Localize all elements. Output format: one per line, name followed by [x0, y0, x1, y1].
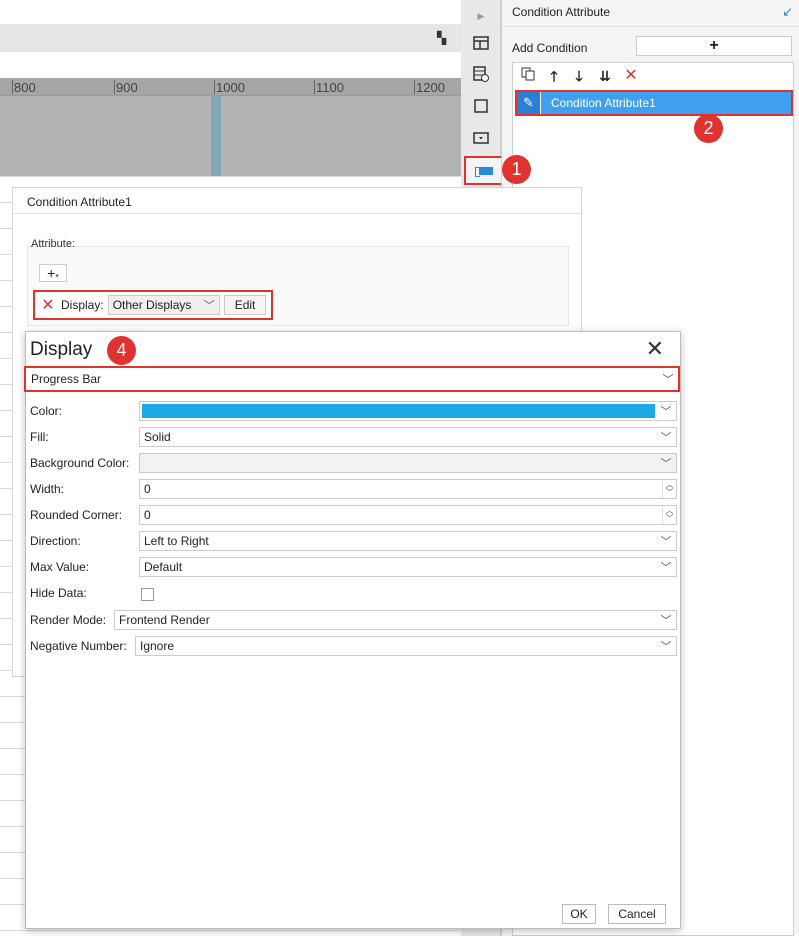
display-dialog: Display ✕ Progress Bar ﹀ Color: ﹀ Fill: …: [24, 331, 681, 929]
background-color-picker[interactable]: ﹀: [139, 453, 677, 473]
display-type-select[interactable]: Progress Bar ﹀: [24, 366, 680, 392]
max-value-label: Max Value:: [30, 560, 90, 574]
divider: [13, 213, 581, 214]
table-layout-icon[interactable]: [471, 33, 491, 53]
cancel-button[interactable]: Cancel: [608, 904, 666, 924]
chevron-down-icon: ﹀: [203, 300, 215, 312]
ruler-tick: 1000: [214, 80, 245, 95]
negative-number-value: Ignore: [140, 639, 175, 653]
edit-button[interactable]: Edit: [223, 295, 267, 315]
render-mode-select[interactable]: Frontend Render ﹀: [114, 610, 677, 630]
callout-badge-1: 1: [502, 155, 531, 184]
list-item-label: Condition Attribute1: [551, 96, 656, 110]
widget-icon[interactable]: [471, 96, 491, 116]
column-marker[interactable]: [211, 96, 221, 176]
hide-data-checkbox[interactable]: [141, 588, 154, 601]
panel-title: Condition Attribute: [512, 5, 611, 19]
list-toolbar: 🡑 🡓 ⇊ ✕: [513, 63, 793, 89]
display-label: Display:: [61, 298, 104, 312]
hide-data-label: Hide Data:: [30, 586, 87, 600]
ruler-tick: 900: [114, 80, 138, 95]
chevron-down-icon: ﹀: [660, 432, 672, 444]
chevron-down-icon: ▾: [55, 273, 59, 280]
max-value-select[interactable]: Default ﹀: [139, 557, 677, 577]
copy-icon[interactable]: [519, 67, 537, 85]
background-color-label: Background Color:: [30, 456, 130, 470]
format-painter-icon[interactable]: ▚: [437, 31, 446, 45]
render-mode-value: Frontend Render: [119, 613, 210, 627]
arrow-right-icon[interactable]: ▶: [471, 6, 491, 26]
ruler-tick: 1200: [414, 80, 445, 95]
rounded-corner-label: Rounded Corner:: [30, 508, 123, 522]
attribute-row: ✕ Display: Other Displays ﹀ Edit: [33, 290, 273, 320]
data-icon[interactable]: [471, 64, 491, 84]
color-picker[interactable]: ﹀: [139, 401, 677, 421]
stepper-arrows-icon[interactable]: ︿ ﹀: [662, 506, 676, 524]
width-value: 0: [144, 482, 151, 496]
ok-button[interactable]: OK: [562, 904, 596, 924]
move-down-icon[interactable]: 🡓: [570, 67, 588, 85]
delete-icon[interactable]: ✕: [622, 67, 640, 85]
chevron-down-icon: ﹀: [660, 406, 672, 418]
display-type-value: Other Displays: [112, 298, 192, 312]
width-stepper[interactable]: 0 ︿ ﹀: [139, 479, 677, 499]
dialog-title: Display: [30, 339, 93, 360]
direction-value: Left to Right: [144, 534, 209, 548]
condition-attribute-button[interactable]: [464, 156, 504, 185]
negative-number-select[interactable]: Ignore ﹀: [135, 636, 677, 656]
display-type-select[interactable]: Other Displays ﹀: [107, 295, 220, 315]
direction-select[interactable]: Left to Right ﹀: [139, 531, 677, 551]
chevron-down-icon: ﹀: [660, 536, 672, 548]
chevron-down-icon: ﹀: [660, 615, 672, 627]
fill-value: Solid: [144, 430, 171, 444]
close-icon[interactable]: ✕: [646, 337, 664, 361]
max-value-value: Default: [144, 560, 183, 574]
condition-attribute-icon: [475, 165, 493, 177]
add-condition-label: Add Condition: [512, 41, 588, 55]
negative-number-label: Negative Number:: [30, 639, 127, 653]
edit-icon[interactable]: ✎: [517, 92, 541, 114]
ruler-tick: 1100: [314, 80, 344, 95]
fill-select[interactable]: Solid ﹀: [139, 427, 677, 447]
chevron-down-icon: ﹀: [662, 374, 674, 386]
horizontal-ruler: 800 900 1000 1100 1200: [0, 78, 461, 96]
callout-badge-4: 4: [107, 336, 136, 365]
rounded-corner-stepper[interactable]: 0 ︿ ﹀: [139, 505, 677, 525]
chevron-down-icon: ﹀: [660, 641, 672, 653]
chevron-down-icon: ﹀: [660, 458, 672, 470]
color-label: Color:: [30, 404, 63, 418]
display-type-value: Progress Bar: [31, 372, 102, 386]
callout-badge-2: 2: [694, 114, 723, 143]
list-item-condition-attribute1[interactable]: ✎ Condition Attribute1: [515, 90, 793, 116]
direction-label: Direction:: [30, 534, 81, 548]
render-mode-label: Render Mode:: [30, 613, 107, 627]
width-label: Width:: [30, 482, 65, 496]
chevron-down-icon: ﹀: [660, 562, 672, 574]
color-swatch: [142, 404, 655, 418]
window-title: Condition Attribute1: [27, 195, 132, 209]
move-up-icon[interactable]: 🡑: [545, 67, 563, 85]
stepper-arrows-icon[interactable]: ︿ ﹀: [662, 480, 676, 498]
ruler-area: [0, 96, 461, 176]
add-attribute-button[interactable]: +▾: [39, 264, 67, 282]
attribute-label: Attribute:: [31, 238, 76, 250]
ruler-tick: 800: [12, 80, 36, 95]
remove-attribute-icon[interactable]: ✕: [39, 295, 57, 315]
rounded-corner-value: 0: [144, 508, 151, 522]
dropdown-icon[interactable]: [471, 128, 491, 148]
move-bottom-icon[interactable]: ⇊: [596, 67, 614, 85]
add-condition-button[interactable]: +: [636, 36, 792, 56]
fill-label: Fill:: [30, 430, 49, 444]
editor-toolbar-strip: [0, 24, 461, 52]
divider: [502, 26, 799, 27]
collapse-icon[interactable]: ↙: [782, 4, 793, 20]
